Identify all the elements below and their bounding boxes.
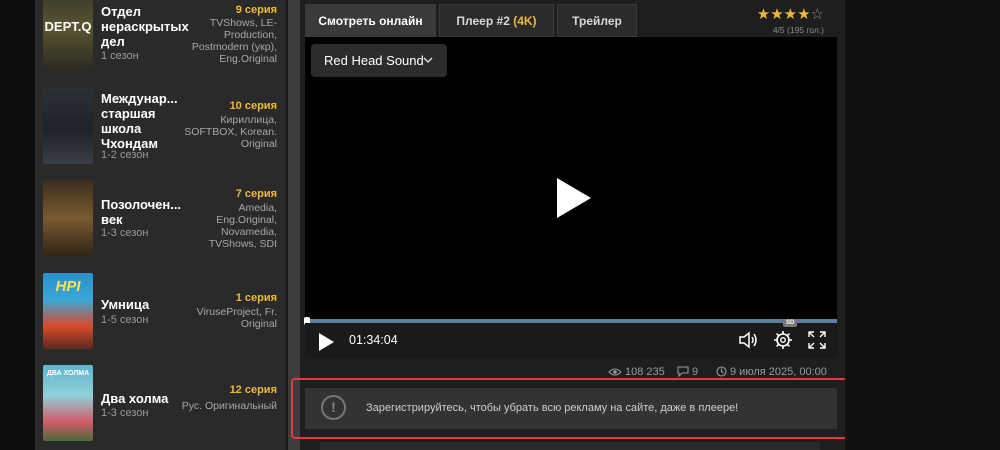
audio-track-label: Red Head Sound bbox=[324, 53, 424, 68]
quality-badge: SD bbox=[783, 319, 798, 327]
poster-title: DEPT.Q bbox=[44, 19, 92, 34]
show-poster[interactable]: HPI bbox=[43, 273, 93, 349]
show-title[interactable]: Умница bbox=[101, 297, 189, 312]
show-episode: 9 серия bbox=[235, 4, 277, 16]
page-right-gutter bbox=[845, 0, 1000, 450]
show-poster[interactable]: ДВА ХОЛМА bbox=[43, 365, 93, 441]
publish-date: 9 июля 2025, 00:00 bbox=[716, 366, 827, 378]
show-studios: TVShows, LE-Production, Postmodern (укр)… bbox=[191, 17, 277, 65]
show-season: 1-5 сезон bbox=[101, 314, 149, 326]
star-icon[interactable]: ★ bbox=[784, 6, 797, 23]
show-episode: 12 серия bbox=[229, 384, 277, 396]
list-item[interactable]: Позолочен... век 1-3 сезон 7 серия Amedi… bbox=[43, 180, 283, 258]
show-title[interactable]: Позолочен... век bbox=[101, 197, 189, 227]
tab-label: Трейлер bbox=[572, 14, 622, 28]
show-poster[interactable]: DEPT.Q bbox=[43, 0, 93, 70]
comments-count: 9 bbox=[692, 366, 699, 378]
show-season: 1-3 сезон bbox=[101, 407, 149, 419]
show-title[interactable]: Междунар... старшая школа Чхондам bbox=[101, 91, 189, 151]
views-counter: 108 235 bbox=[608, 366, 665, 378]
tab-label: Смотреть онлайн bbox=[318, 14, 423, 28]
show-poster[interactable] bbox=[43, 88, 93, 164]
list-item[interactable]: Междунар... старшая школа Чхондам 1-2 се… bbox=[43, 88, 283, 166]
show-studios: Рус. Оригинальный bbox=[181, 400, 277, 412]
rating-widget[interactable]: ★★★★☆ 4/5 (195 гол.) bbox=[752, 6, 824, 35]
poster-title: ДВА ХОЛМА bbox=[46, 370, 90, 377]
show-title[interactable]: Отдел нераскрытых дел bbox=[101, 4, 189, 49]
publish-date-text: 9 июля 2025, 00:00 bbox=[730, 366, 827, 378]
tab-player-2[interactable]: Плеер #2 (4K) bbox=[439, 4, 554, 37]
fullscreen-icon[interactable] bbox=[806, 329, 828, 351]
clock-icon bbox=[716, 366, 727, 377]
show-episode: 1 серия bbox=[235, 292, 277, 304]
star-outline-icon[interactable]: ☆ bbox=[811, 6, 824, 23]
video-player[interactable]: Red Head Sound 01:34:04 SD bbox=[304, 37, 837, 358]
eye-icon bbox=[608, 368, 622, 376]
show-title[interactable]: Два холма bbox=[101, 391, 189, 406]
tab-trailer[interactable]: Трейлер bbox=[557, 4, 637, 37]
views-count: 108 235 bbox=[625, 366, 665, 378]
playback-time: 01:34:04 bbox=[349, 333, 398, 347]
chevron-down-icon bbox=[422, 44, 434, 90]
play-icon[interactable] bbox=[557, 178, 591, 218]
play-button[interactable] bbox=[319, 333, 334, 351]
show-studios: ViruseProject, Fr. Original bbox=[196, 306, 277, 330]
tab-label: Плеер #2 bbox=[456, 14, 510, 28]
show-poster[interactable] bbox=[43, 180, 93, 256]
show-season: 1-2 сезон bbox=[101, 149, 149, 161]
sidebar-show-list: DEPT.Q Отдел нераскрытых дел 1 сезон 9 с… bbox=[35, 0, 286, 450]
comments-counter[interactable]: 9 bbox=[677, 366, 698, 378]
tab-watch-online[interactable]: Смотреть онлайн bbox=[305, 4, 436, 37]
poster-title: HPI bbox=[55, 278, 81, 295]
rating-stars[interactable]: ★★★★☆ bbox=[752, 6, 824, 23]
show-studios: Кириллица, SOFTBOX, Korean. Original bbox=[184, 114, 277, 150]
list-item[interactable]: ДВА ХОЛМА Два холма 1-3 сезон 12 серия Р… bbox=[43, 365, 283, 443]
player-controls: 01:34:04 SD bbox=[305, 319, 837, 358]
star-icon[interactable]: ★ bbox=[797, 6, 810, 23]
show-season: 1 сезон bbox=[101, 50, 139, 62]
show-studios: Amedia, Eng.Original, Novamedia, TVShows… bbox=[208, 202, 277, 250]
page-gutter bbox=[0, 0, 35, 450]
show-season: 1-3 сезон bbox=[101, 227, 149, 239]
tab-4k-badge: (4K) bbox=[513, 14, 537, 28]
audio-track-select[interactable]: Red Head Sound bbox=[311, 44, 447, 77]
highlight-frame bbox=[291, 378, 851, 439]
star-icon[interactable]: ★ bbox=[757, 6, 770, 23]
star-icon[interactable]: ★ bbox=[770, 6, 783, 23]
list-item[interactable]: DEPT.Q Отдел нераскрытых дел 1 сезон 9 с… bbox=[43, 0, 283, 72]
list-item[interactable]: HPI Умница 1-5 сезон 1 серия ViruseProje… bbox=[43, 273, 283, 351]
show-episode: 10 серия bbox=[229, 100, 277, 112]
show-episode: 7 серия bbox=[235, 188, 277, 200]
rating-count: 4/5 (195 гол.) bbox=[772, 25, 824, 35]
content-strip bbox=[320, 442, 820, 450]
comment-icon bbox=[677, 366, 689, 378]
gear-icon[interactable] bbox=[772, 329, 794, 351]
volume-icon[interactable] bbox=[737, 329, 759, 351]
